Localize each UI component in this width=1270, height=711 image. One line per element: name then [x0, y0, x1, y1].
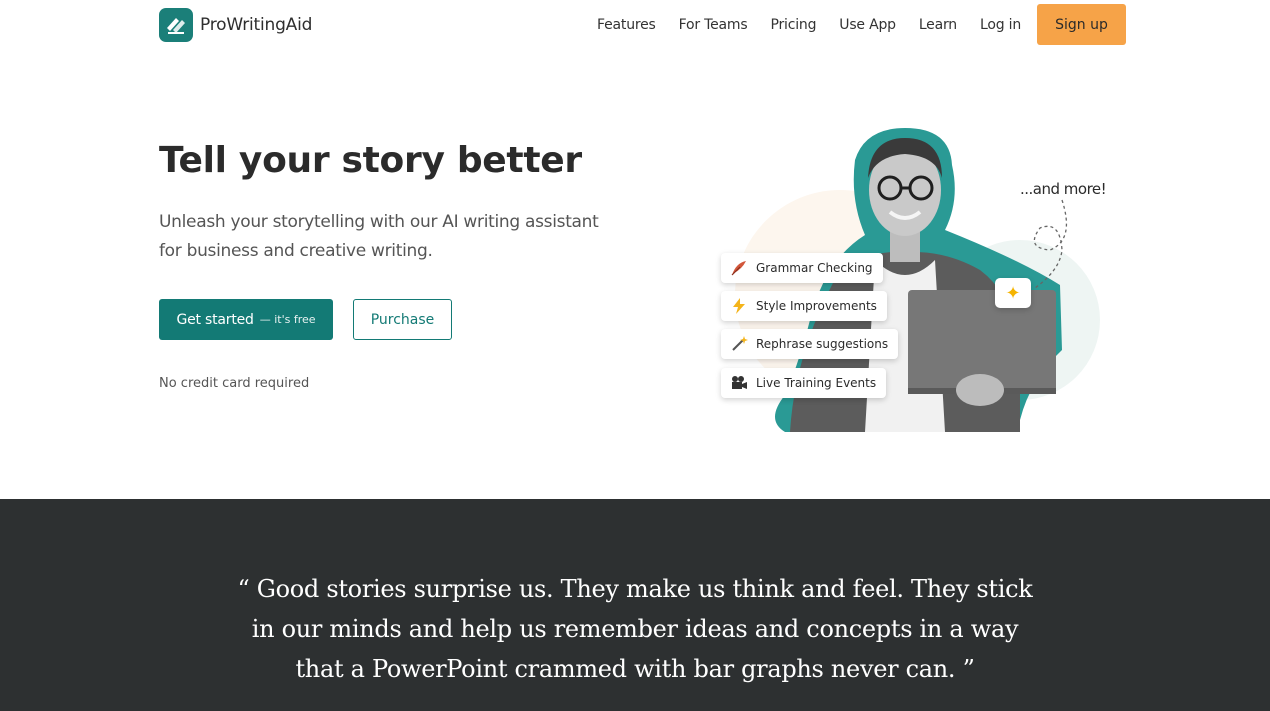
sign-up-button[interactable]: Sign up: [1037, 4, 1126, 45]
get-started-sublabel: — it's free: [259, 313, 316, 326]
logo-icon: [159, 8, 193, 42]
feature-grammar-checking: Grammar Checking: [721, 253, 883, 283]
purchase-button[interactable]: Purchase: [353, 299, 452, 340]
quote-section: “ Good stories surprise us. They make us…: [0, 499, 1270, 711]
testimonial-quote: “ Good stories surprise us. They make us…: [237, 575, 1033, 683]
feature-label: Style Improvements: [756, 299, 877, 313]
feature-style-improvements: Style Improvements: [721, 291, 887, 321]
hero-title: Tell your story better: [159, 140, 582, 181]
nav-links: Features For Teams Pricing Use App Learn…: [597, 4, 1126, 45]
feature-label: Live Training Events: [756, 376, 877, 390]
hero-subtitle: Unleash your storytelling with our AI wr…: [159, 212, 599, 261]
feature-rephrase-suggestions: Rephrase suggestions: [721, 329, 899, 359]
lightning-icon: [729, 296, 749, 316]
hero-illustration: ...and more! ✦ Grammar Checking Style Im…: [690, 120, 1130, 440]
no-credit-card-note: No credit card required: [159, 376, 310, 391]
sparkle-icon: ✦: [995, 278, 1031, 308]
nav-log-in[interactable]: Log in: [980, 17, 1021, 33]
top-nav: ProWritingAid Features For Teams Pricing…: [0, 0, 1270, 50]
logo-link[interactable]: ProWritingAid: [159, 8, 312, 42]
magic-wand-icon: [729, 334, 749, 354]
get-started-button[interactable]: Get started — it's free: [159, 299, 333, 340]
video-camera-icon: [729, 373, 749, 393]
feature-label: Rephrase suggestions: [756, 337, 889, 351]
get-started-label: Get started: [176, 311, 254, 328]
nav-learn[interactable]: Learn: [919, 17, 957, 33]
feather-icon: [729, 258, 749, 278]
brand-name: ProWritingAid: [200, 15, 313, 35]
nav-for-teams[interactable]: For Teams: [679, 17, 748, 33]
nav-features[interactable]: Features: [597, 17, 656, 33]
nav-pricing[interactable]: Pricing: [770, 17, 816, 33]
nav-use-app[interactable]: Use App: [839, 17, 896, 33]
and-more-label: ...and more!: [1020, 180, 1107, 198]
feature-label: Grammar Checking: [756, 261, 873, 275]
feature-live-training-events: Live Training Events: [721, 368, 887, 398]
